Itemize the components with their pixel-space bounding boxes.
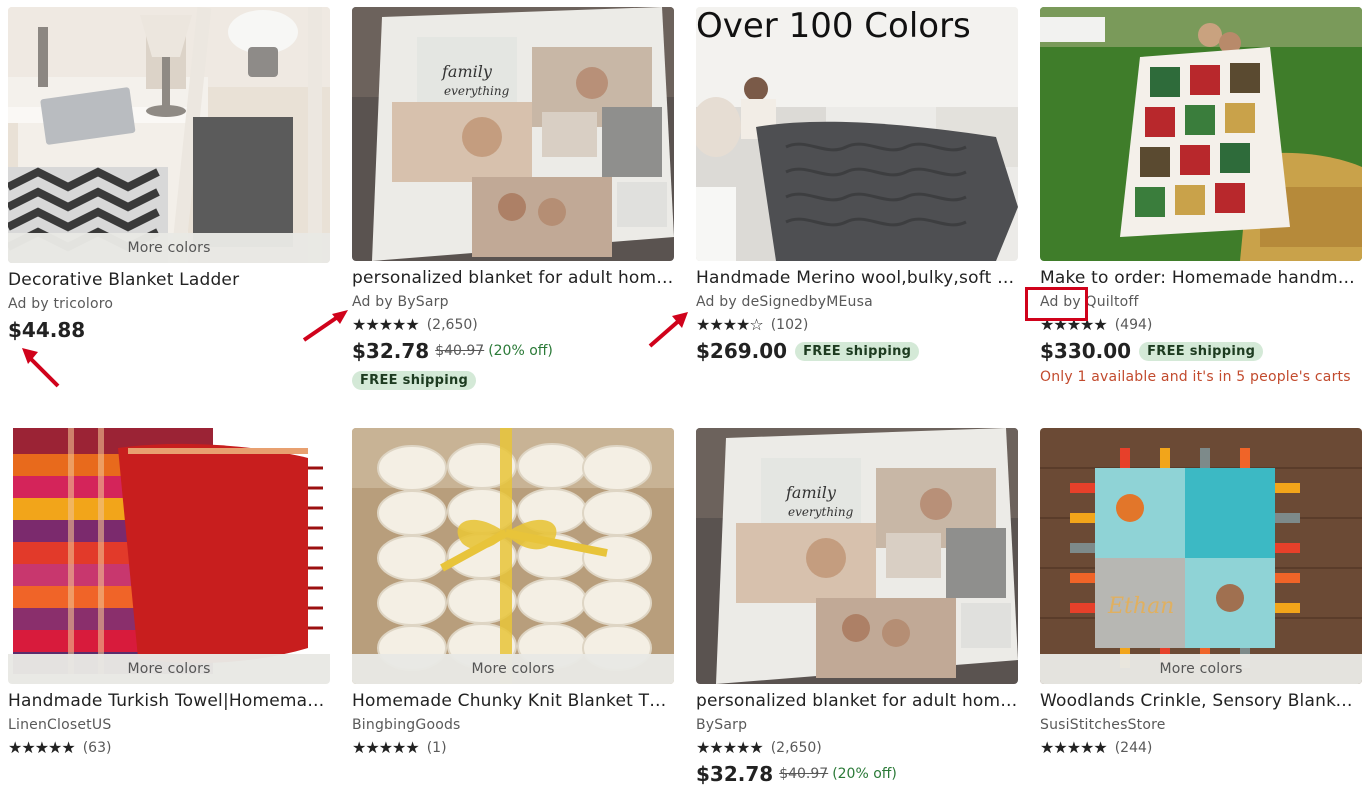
star-rating-icon: ★★★★★ (352, 738, 420, 757)
listing-image[interactable] (1040, 7, 1362, 261)
free-shipping-badge: FREE shipping (352, 371, 477, 390)
listing-card[interactable]: More colors Homemade Chunky Knit Blanket… (352, 428, 674, 757)
svg-text:everything: everything (444, 84, 510, 98)
patchwork-quilt-photo (1040, 7, 1362, 261)
rating: ★★★★★ (1) (352, 739, 674, 757)
listing-title[interactable]: Handmade Turkish Towel|Homemad... (8, 690, 330, 712)
blanket-ladder-photo (8, 7, 330, 263)
listing-image[interactable]: family everything (352, 7, 674, 261)
free-shipping-badge: FREE shipping (1139, 341, 1264, 361)
annotation-highlight-box (1025, 287, 1088, 321)
listing-title[interactable]: Handmade Merino wool,bulky,soft L... (696, 267, 1018, 289)
listing-card[interactable]: Over 100 Colors Handmade Merino wool,bul… (696, 7, 1018, 363)
annotation-arrow-icon (648, 312, 688, 348)
review-count: (494) (1114, 317, 1153, 333)
review-count: (102) (770, 317, 809, 333)
price: $330.00 (1040, 339, 1132, 363)
review-count: (2,650) (770, 740, 822, 756)
svg-text:family: family (441, 62, 493, 81)
listing-image[interactable]: More colors (8, 7, 330, 263)
rating: ★★★★★ (494) (1040, 316, 1362, 334)
image-overlay-text: Ethan (1107, 594, 1174, 619)
review-count: (63) (82, 740, 112, 756)
listing-image[interactable]: family everything (696, 428, 1018, 684)
price-line: $330.00 FREE shipping (1040, 339, 1362, 363)
rating: ★★★★★ (2,650) (352, 316, 674, 334)
shop-name: BySarp (696, 717, 748, 733)
review-count: (244) (1114, 740, 1153, 756)
scarcity-message: Only 1 available and it's in 5 people's … (1040, 369, 1351, 385)
shop-name: Ad by Quiltoff (1040, 294, 1139, 310)
star-rating-icon: ★★★★★ (696, 738, 764, 757)
original-price: $40.97 (435, 343, 485, 359)
turkish-towels-photo (8, 428, 330, 684)
more-colors-label: More colors (8, 654, 330, 684)
listing-image[interactable]: More colors (8, 428, 330, 684)
listing-card[interactable]: More colors Decorative Blanket Ladder Ad… (8, 7, 330, 342)
price: $44.88 (8, 318, 86, 342)
listing-card[interactable]: Make to order: Homemade handmad... Ad by… (1040, 7, 1362, 385)
price-line: $32.78 $40.97 (20% off) (696, 762, 1018, 786)
discount: (20% off) (488, 343, 553, 359)
free-shipping-badge: FREE shipping (795, 341, 920, 361)
sensory-blanket-photo: Ethan (1040, 428, 1362, 684)
review-count: (2,650) (426, 317, 478, 333)
discount: (20% off) (832, 766, 897, 782)
chunky-yarn-bundle-photo (352, 428, 674, 684)
listing-image[interactable]: More colors (352, 428, 674, 684)
more-colors-label: More colors (352, 654, 674, 684)
listing-card[interactable]: family everything personalized blanket f… (352, 7, 674, 390)
listing-card[interactable]: Ethan More colors Woodlands Crinkle, Sen… (1040, 428, 1362, 757)
listing-title[interactable]: Make to order: Homemade handmad... (1040, 267, 1362, 289)
rating: ★★★★☆ (102) (696, 316, 1018, 334)
rating: ★★★★★ (63) (8, 739, 330, 757)
listing-image[interactable]: Over 100 Colors (696, 7, 1018, 261)
original-price: $40.97 (779, 766, 829, 782)
shop-name: LinenClosetUS (8, 717, 112, 733)
listing-title[interactable]: Woodlands Crinkle, Sensory Blanket,... (1040, 690, 1362, 712)
annotation-arrow-icon (302, 310, 348, 342)
listing-title[interactable]: personalized blanket for adult home... (352, 267, 674, 289)
annotation-arrow-icon (22, 348, 60, 388)
price: $32.78 (696, 762, 774, 786)
photo-collage-blanket-photo: family everything (352, 7, 674, 261)
listing-title[interactable]: Decorative Blanket Ladder (8, 269, 330, 291)
listing-title[interactable]: Homemade Chunky Knit Blanket Thr... (352, 690, 674, 712)
rating: ★★★★★ (244) (1040, 739, 1362, 757)
listing-card[interactable]: family everything personalized blanket f… (696, 428, 1018, 786)
chunky-knit-blanket-photo: Over 100 Colors (696, 7, 1018, 261)
shop-name: Ad by tricoloro (8, 296, 114, 312)
shop-name: Ad by deSignedbyMEusa (696, 294, 873, 310)
listing-image[interactable]: Ethan More colors (1040, 428, 1362, 684)
star-rating-icon: ★★★★☆ (696, 315, 764, 334)
shop-name: Ad by BySarp (352, 294, 449, 310)
price: $269.00 (696, 339, 788, 363)
listing-title[interactable]: personalized blanket for adult home... (696, 690, 1018, 712)
price-line: $269.00 FREE shipping (696, 339, 1018, 363)
more-colors-label: More colors (1040, 654, 1362, 684)
review-count: (1) (426, 740, 447, 756)
star-rating-icon: ★★★★★ (352, 315, 420, 334)
photo-collage-blanket-photo: family everything (696, 428, 1018, 684)
rating: ★★★★★ (2,650) (696, 739, 1018, 757)
listing-card[interactable]: More colors Handmade Turkish Towel|Homem… (8, 428, 330, 757)
more-colors-label: More colors (8, 233, 330, 263)
svg-text:everything: everything (788, 505, 854, 519)
shop-name: SusiStitchesStore (1040, 717, 1166, 733)
price: $32.78 (352, 339, 430, 363)
star-rating-icon: ★★★★★ (8, 738, 76, 757)
image-overlay-text: Over 100 Colors (696, 7, 971, 46)
svg-text:family: family (785, 483, 837, 502)
price-line: $32.78 $40.97 (20% off) (352, 339, 674, 363)
shop-name: BingbingGoods (352, 717, 461, 733)
star-rating-icon: ★★★★★ (1040, 738, 1108, 757)
price-line: $44.88 (8, 318, 330, 342)
